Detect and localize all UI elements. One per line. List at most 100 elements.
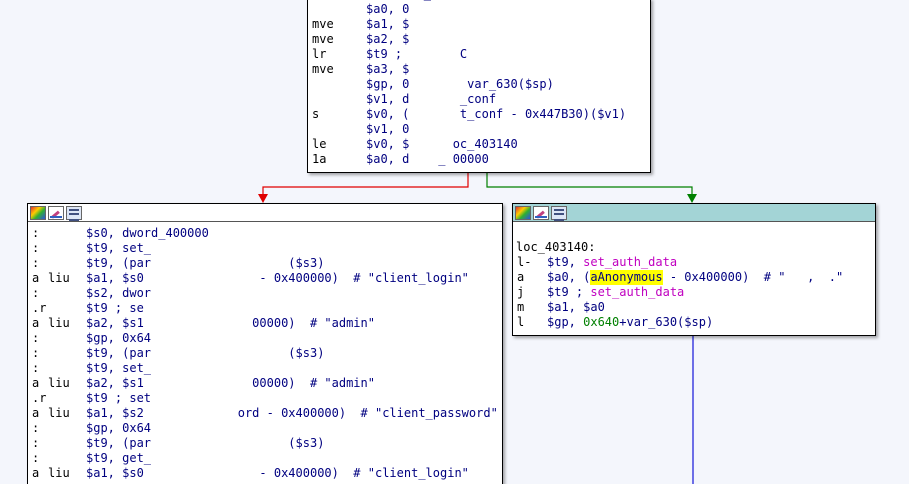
instruction-operands: $a3, $ [366,62,410,76]
operand-register: $t9, [547,255,584,269]
instruction-operands: $v0, ( t_conf - 0x447B30)($v1) [366,107,627,121]
instruction-operands: $t9, get_ [86,451,152,465]
instruction-operands: $t9, set_auth_data [547,255,677,270]
instruction-line[interactable]: mve $a1, $ [308,17,650,32]
instruction-operands: $t9, set_ [86,241,152,255]
instruction-line[interactable]: : $t9, (par ($s3) [28,436,502,451]
instruction-line[interactable]: : $t9, (par ($s3) [28,346,502,361]
right-basic-block[interactable]: loc_403140: l- $t9, set_auth_data a $a0, (a… [512,203,876,336]
instruction-prefix: a [32,406,40,420]
instruction-line[interactable]: : $t9, (par ($s3) [28,256,502,271]
location-label[interactable]: loc_403140: [516,240,595,255]
instruction-line[interactable]: lr $t9 ; C [308,47,650,62]
instruction-prefix: : [32,331,40,345]
instruction-line[interactable]: le $v0, $ oc_403140 [308,137,650,152]
instruction-operands: $v0, $ oc_403140 [366,137,518,151]
instruction-mnemonic: lr [312,47,327,61]
instruction-line[interactable]: a liu $a1, $s0 - 0x400000) # "client_login… [28,466,502,481]
edge-false-branch [262,173,469,196]
left-basic-block[interactable]: : $s0, dword_400000: $t9, set_: $t9, (par (… [27,203,503,484]
top-basic-block[interactable]: 1a$t9, set_auth$a0, 0mve$a1, $mve$a2, $l… [307,0,651,173]
instruction-prefix: l- [517,255,532,269]
instruction-line[interactable]: a $a0, (aAnonymous - 0x400000) # " , ." [513,270,875,285]
instruction-line[interactable]: a liu $a2, $s1 00000) # "admin" [28,376,502,391]
operand-rest: - 0x400000) # " , ." [662,270,844,284]
instruction-operands: $a1, $ [366,17,410,31]
instruction-line[interactable]: : $t9, get_ [28,451,502,466]
instruction-operands: $t9, (par ($s3) [86,346,325,360]
edit-icon[interactable] [533,205,549,220]
instruction-operands: $t9, (par ($s3) [86,436,325,450]
instruction-line[interactable]: s $v0, ( t_conf - 0x447B30)($v1) [308,107,650,122]
graph-color-icon[interactable] [515,205,531,220]
instruction-line[interactable]: mve $a3, $ [308,62,650,77]
instruction-line[interactable]: .r $t9 ; set [28,391,502,406]
instruction-operands: $t9 ; C [366,47,468,61]
instruction-line[interactable]: mve $a2, $ [308,32,650,47]
instruction-operands: $gp, 0x64 [86,331,152,345]
instruction-prefix: : [32,451,40,465]
instruction-line[interactable]: : $gp, 0x64 [28,421,502,436]
instruction-mnemonic: liu [48,466,70,480]
instruction-line[interactable]: : $t9, set_ [28,241,502,256]
instruction-line[interactable]: .r $t9 ; se [28,301,502,316]
numeric-operand: 0x640 [583,315,620,329]
instruction-line[interactable]: $v1, 0 [308,122,650,137]
instruction-operands: $a1, $s0 - 0x400000) # "client_login" [86,271,469,285]
instruction-line[interactable]: 1a $a0, d _ 00000 [308,152,650,167]
instruction-mnemonic: mve [312,17,334,31]
instruction-prefix: a [32,271,40,285]
graph-color-icon[interactable] [30,205,46,220]
instruction-prefix: .r [32,301,47,315]
top-block-code: 1a$t9, set_auth$a0, 0mve$a1, $mve$a2, $l… [308,0,650,167]
instruction-prefix: : [32,436,40,450]
right-block-code: loc_403140: l- $t9, set_auth_data a $a0, (a… [513,240,875,330]
instruction-line[interactable]: $gp, 0 var_630($sp) [308,77,650,92]
instruction-mnemonic: le [312,137,327,151]
instruction-line[interactable]: : $gp, 0x64 [28,331,502,346]
highlighted-symbol[interactable]: aAnonymous [590,270,663,285]
instruction-line[interactable]: a liu $a1, $s0 - 0x400000) # "client_login… [28,271,502,286]
instruction-mnemonic: mve [312,62,334,76]
instruction-line[interactable]: : $t9, set_ [28,361,502,376]
instruction-line[interactable]: $v1, d _conf [308,92,650,107]
instruction-line[interactable]: a liu $a1, $s2 ord - 0x400000) # "client_p… [28,406,502,421]
instruction-prefix: j [517,285,525,299]
instruction-operands: $a2, $ [366,32,410,46]
left-block-titlebar [28,204,502,222]
instruction-line[interactable]: j $t9 ; set_auth_data [513,285,875,300]
instruction-prefix: : [32,256,40,270]
instruction-line[interactable]: l $gp, 0x640+var_630($sp) [513,315,875,330]
instruction-prefix: .r [32,391,47,405]
right-block-titlebar [513,204,875,222]
instruction-operands: $a1, $a0 [547,300,605,315]
instruction-line[interactable]: l- $t9, set_auth_data [513,255,875,270]
instruction-operands: $a0, d _ 00000 [366,152,489,166]
function-reference[interactable]: set_auth_data [590,285,684,300]
operand-rest: +var_630($sp) [619,315,714,329]
instruction-operands: $t9 ; se [86,301,144,315]
instruction-line[interactable]: $a0, 0 [308,2,650,17]
instruction-prefix: : [32,241,40,255]
instruction-line[interactable]: : $s0, dword_400000 [28,226,502,241]
instruction-line[interactable]: a liu $a2, $s1 00000) # "admin" [28,316,502,331]
instruction-operands: $t9 ; set_auth_data [547,285,684,300]
instruction-line[interactable]: m $a1, $a0 [513,300,875,315]
instruction-line[interactable]: : $s2, dwor [28,286,502,301]
edge-true-branch [486,173,693,196]
instruction-mnemonic: 1a [312,152,327,166]
instruction-prefix: : [32,286,40,300]
instruction-operands: $t9, set_ [86,361,152,375]
instruction-operands: $s0, dword_400000 [86,226,209,240]
instruction-prefix: m [517,300,525,314]
function-reference[interactable]: set_auth_data [583,255,677,270]
list-view-icon[interactable] [551,205,567,221]
operand-register: $gp, [547,315,584,329]
instruction-operands: $v1, d _conf [366,92,497,106]
operand-register: $t9 ; [547,285,591,299]
instruction-operands: $t9, (par ($s3) [86,256,325,270]
instruction-operands: $a0, (aAnonymous - 0x400000) # " , ." [547,270,843,285]
list-view-icon[interactable] [66,205,82,221]
edit-icon[interactable] [48,205,64,220]
instruction-operands: $t9 ; set [86,391,152,405]
